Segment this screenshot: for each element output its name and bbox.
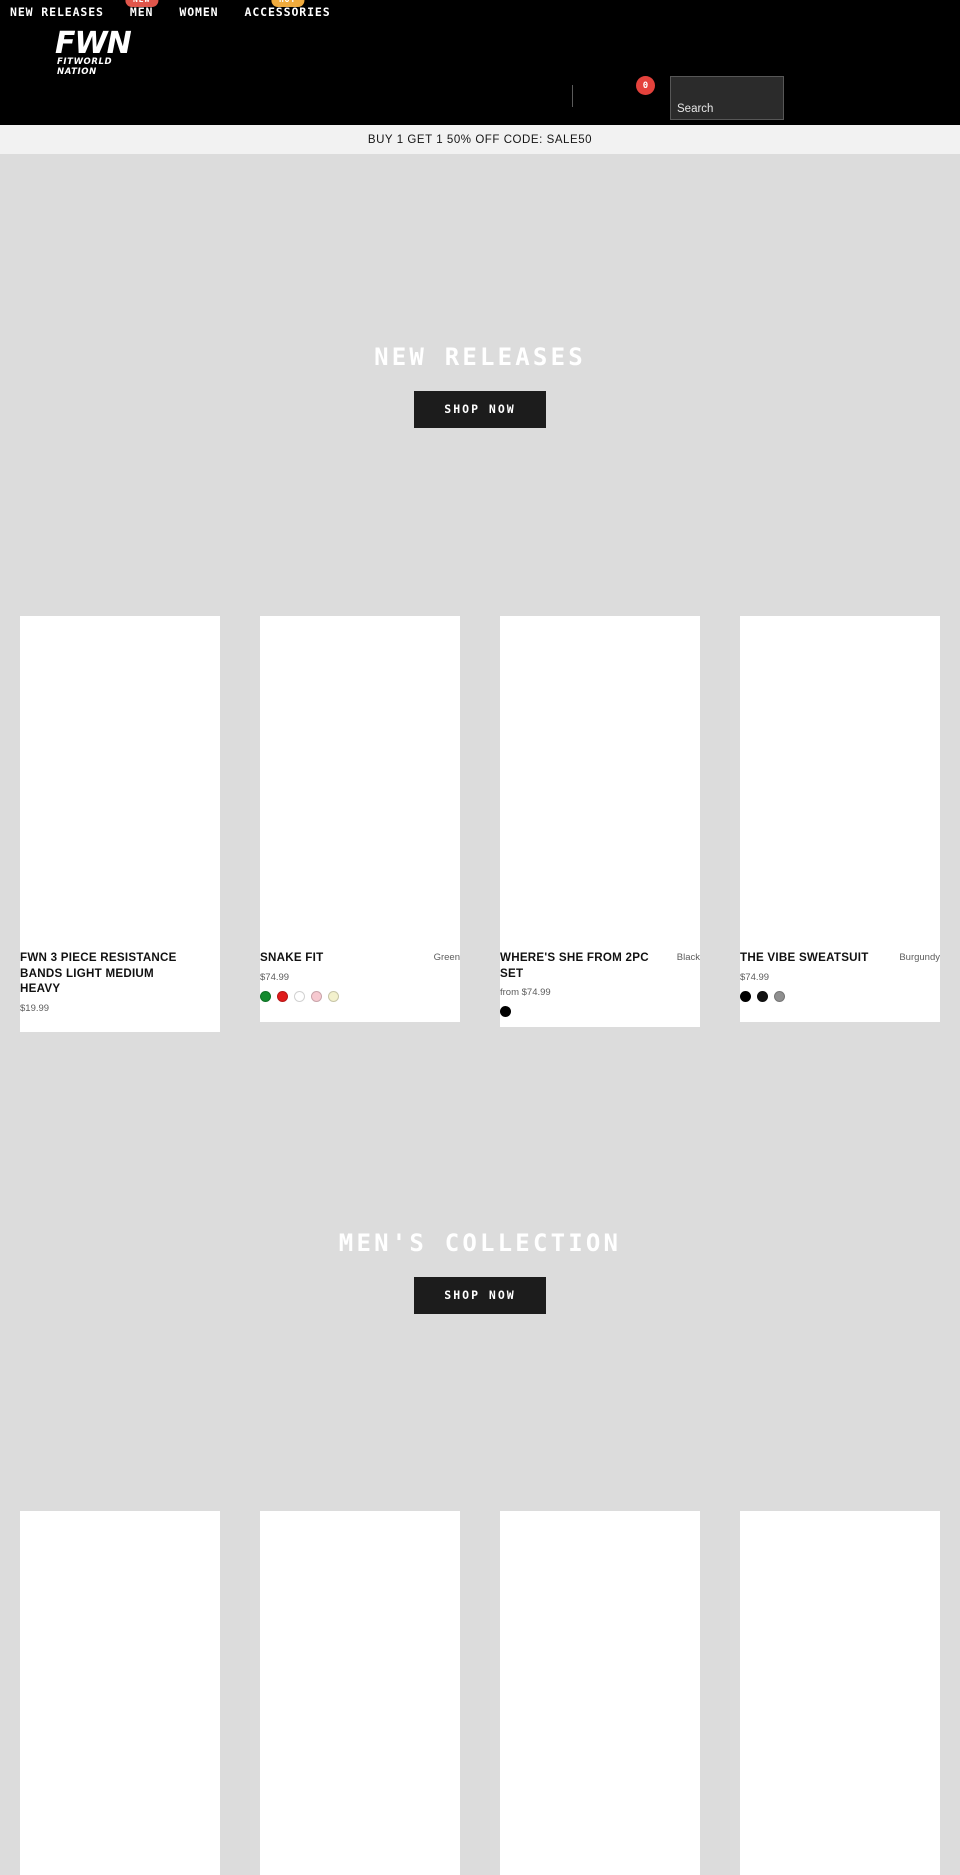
nav-item-men[interactable]: NEW MEN bbox=[125, 0, 159, 19]
product-title[interactable]: SNAKE FIT bbox=[260, 950, 323, 966]
product-card[interactable]: WHERE'S SHE FROM 2PC SET Black from $74.… bbox=[480, 616, 720, 1032]
color-swatch[interactable] bbox=[311, 990, 322, 1002]
product-info bbox=[740, 1830, 940, 1875]
product-card[interactable] bbox=[480, 1510, 720, 1875]
hero-title: NEW RELEASES bbox=[374, 342, 586, 371]
color-swatch[interactable] bbox=[774, 990, 785, 1002]
product-card[interactable]: SNAKE FIT Green $74.99 bbox=[240, 616, 480, 1032]
nav-label: WOMEN bbox=[179, 5, 219, 19]
logo-wordmark: FWN bbox=[55, 26, 132, 61]
product-image[interactable] bbox=[740, 1510, 940, 1831]
product-color-label: Burgundy bbox=[899, 952, 940, 963]
color-swatch[interactable] bbox=[740, 990, 751, 1002]
cart-count-badge: 0 bbox=[636, 76, 655, 95]
shop-now-button[interactable]: SHOP NOW bbox=[414, 1276, 546, 1314]
product-card[interactable]: THE VIBE SWEATSUIT Burgundy $74.99 bbox=[720, 616, 960, 1032]
product-card[interactable] bbox=[240, 1510, 480, 1875]
product-color-label: Black bbox=[676, 952, 700, 963]
announcement-bar: BUY 1 GET 1 50% OFF CODE: SALE50 bbox=[0, 125, 960, 154]
product-title[interactable]: THE VIBE SWEATSUIT bbox=[740, 950, 869, 966]
color-swatch[interactable] bbox=[500, 1006, 511, 1018]
shop-now-button[interactable]: SHOP NOW bbox=[414, 390, 546, 428]
product-title[interactable]: FWN 3 PIECE RESISTANCE BANDS LIGHT MEDIU… bbox=[20, 950, 180, 997]
product-info: THE VIBE SWEATSUIT Burgundy $74.99 bbox=[740, 936, 940, 1022]
color-swatch[interactable] bbox=[260, 990, 271, 1002]
logo-tagline: FITWORLD NATION bbox=[57, 57, 113, 77]
cart-button[interactable]: 0 bbox=[636, 76, 658, 98]
product-price: $19.99 bbox=[20, 1002, 50, 1014]
nav-label: NEW RELEASES bbox=[10, 5, 104, 19]
search-input[interactable]: Search bbox=[670, 76, 784, 120]
site-logo[interactable]: FWN FITWORLD NATION bbox=[55, 26, 150, 78]
product-image[interactable] bbox=[500, 1510, 700, 1831]
page-root: NEW RELEASES NEW MEN WOMEN HOT ACCESSORI… bbox=[0, 0, 960, 1875]
product-swatches bbox=[500, 1006, 700, 1018]
product-grid-mens-collection bbox=[0, 1510, 960, 1875]
primary-nav: NEW RELEASES NEW MEN WOMEN HOT ACCESSORI… bbox=[10, 0, 331, 19]
product-row: FWN 3 PIECE RESISTANCE BANDS LIGHT MEDIU… bbox=[0, 616, 960, 1032]
hero-mens-collection: MEN'S COLLECTION SHOP NOW bbox=[0, 1031, 960, 1511]
color-swatch[interactable] bbox=[277, 990, 288, 1002]
nav-item-women[interactable]: WOMEN bbox=[179, 5, 218, 19]
product-price: from $74.99 bbox=[500, 987, 551, 999]
announcement-text: BUY 1 GET 1 50% OFF CODE: SALE50 bbox=[367, 133, 593, 146]
product-swatches bbox=[260, 990, 460, 1002]
nav-badge-new: NEW bbox=[125, 0, 159, 7]
product-info: WHERE'S SHE FROM 2PC SET Black from $74.… bbox=[500, 936, 700, 1028]
color-swatch[interactable] bbox=[328, 990, 339, 1002]
product-image[interactable] bbox=[260, 1510, 460, 1831]
color-swatch[interactable] bbox=[757, 990, 768, 1002]
nav-label: MEN bbox=[129, 5, 154, 19]
site-header: NEW RELEASES NEW MEN WOMEN HOT ACCESSORI… bbox=[0, 0, 960, 125]
product-image[interactable] bbox=[20, 1510, 220, 1831]
product-price: $74.99 bbox=[260, 971, 290, 983]
search-placeholder-text: Search bbox=[677, 103, 714, 115]
product-card[interactable] bbox=[720, 1510, 960, 1875]
product-color-label: Green bbox=[433, 952, 460, 963]
product-info: SNAKE FIT Green $74.99 bbox=[260, 936, 460, 1022]
hero-new-releases: NEW RELEASES SHOP NOW bbox=[0, 154, 960, 616]
header-divider bbox=[572, 85, 573, 107]
hero-title: MEN'S COLLECTION bbox=[338, 1228, 622, 1257]
product-swatches bbox=[740, 990, 940, 1002]
product-info bbox=[20, 1830, 220, 1875]
product-grid-new-releases: FWN 3 PIECE RESISTANCE BANDS LIGHT MEDIU… bbox=[0, 616, 960, 1032]
nav-item-new-releases[interactable]: NEW RELEASES bbox=[10, 5, 104, 19]
product-title[interactable]: WHERE'S SHE FROM 2PC SET bbox=[500, 950, 660, 981]
product-info: FWN 3 PIECE RESISTANCE BANDS LIGHT MEDIU… bbox=[20, 936, 220, 1032]
product-card[interactable]: FWN 3 PIECE RESISTANCE BANDS LIGHT MEDIU… bbox=[0, 616, 240, 1032]
nav-label: ACCESSORIES bbox=[244, 5, 331, 19]
product-image[interactable] bbox=[260, 616, 460, 936]
product-info bbox=[500, 1830, 700, 1875]
nav-badge-hot: HOT bbox=[270, 0, 305, 7]
product-image[interactable] bbox=[500, 616, 700, 936]
product-image[interactable] bbox=[20, 616, 220, 936]
product-image[interactable] bbox=[740, 616, 940, 936]
product-info bbox=[260, 1830, 460, 1875]
color-swatch[interactable] bbox=[294, 990, 305, 1002]
product-price: $74.99 bbox=[740, 971, 770, 983]
product-card[interactable] bbox=[0, 1510, 240, 1875]
product-row bbox=[0, 1510, 960, 1875]
nav-item-accessories[interactable]: HOT ACCESSORIES bbox=[244, 0, 331, 19]
